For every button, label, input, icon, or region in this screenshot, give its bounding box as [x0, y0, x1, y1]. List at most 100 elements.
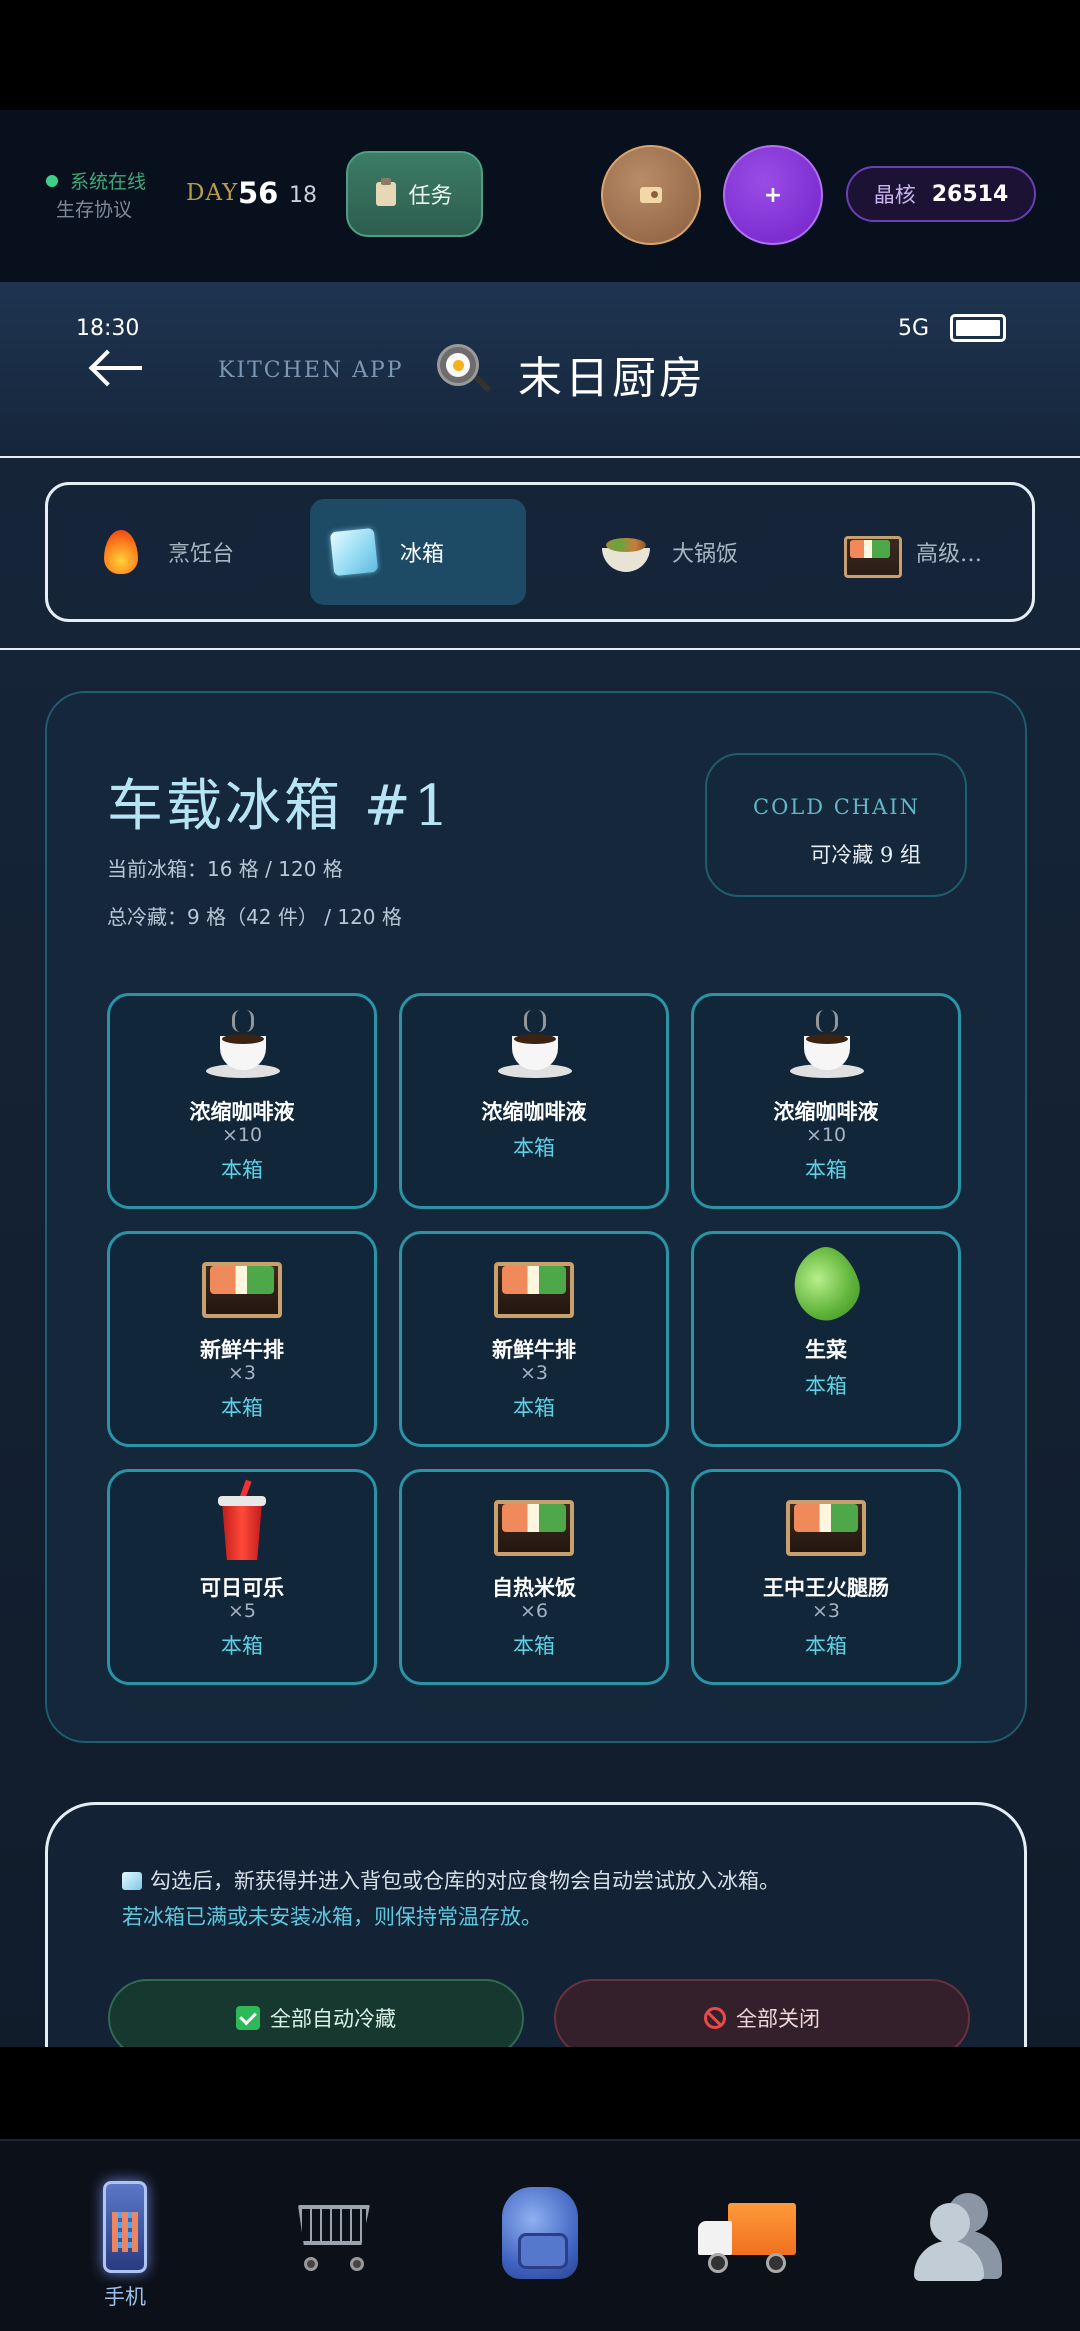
checkbox-icon — [236, 2006, 260, 2030]
fridge-item[interactable]: 浓缩咖啡液 本箱 — [399, 993, 669, 1209]
cart-icon — [288, 2195, 380, 2275]
task-label: 任务 — [408, 184, 453, 209]
item-location: 本箱 — [221, 1158, 263, 1182]
close-all-button[interactable]: 全部关闭 — [554, 1979, 970, 2047]
fridge-item[interactable]: 新鲜牛排 ×3 本箱 — [107, 1231, 377, 1447]
bento-icon — [786, 1486, 866, 1560]
cold-chain-badge: COLD CHAIN 可冷藏 9 组 — [705, 753, 967, 897]
item-location: 本箱 — [513, 1396, 555, 1420]
cold-chain-value: 可冷藏 9 组 — [810, 843, 921, 867]
item-qty: ×3 — [227, 1362, 256, 1384]
info-text: 勾选后，新获得并进入背包或仓库的对应食物会自动尝试放入冰箱。 — [150, 1869, 780, 1893]
item-location: 本箱 — [805, 1158, 847, 1182]
item-name: 自热米饭 — [492, 1576, 576, 1600]
item-qty: ×5 — [227, 1600, 256, 1622]
fridge-item[interactable]: 新鲜牛排 ×3 本箱 — [399, 1231, 669, 1447]
fridge-item[interactable]: 浓缩咖啡液 ×10 本箱 — [691, 993, 961, 1209]
phone-screen: 18:30 5G KITCHEN APP 末日厨房 烹饪台 冰箱 大锅饭 高级…… — [0, 282, 1080, 2047]
nav-shop[interactable] — [278, 2163, 388, 2313]
fridge-item[interactable]: 生菜 本箱 — [691, 1231, 961, 1447]
item-qty: ×10 — [805, 1124, 847, 1146]
fridge-item[interactable]: 可日可乐 ×5 本箱 — [107, 1469, 377, 1685]
coffee-icon — [494, 1010, 574, 1084]
hour-number: 18 — [289, 183, 317, 208]
item-name: 新鲜牛排 — [492, 1338, 576, 1362]
fridge-title: 车载冰箱 #1 — [107, 774, 453, 839]
tab-big-pot[interactable]: 大锅饭 — [582, 499, 782, 605]
kitchen-tabs: 烹饪台 冰箱 大锅饭 高级… — [45, 482, 1035, 622]
day-label: DAY — [186, 180, 239, 206]
tab-label: 大锅饭 — [672, 542, 739, 567]
status-time: 18:30 — [76, 316, 140, 341]
item-qty: ×10 — [221, 1124, 263, 1146]
cold-chain-label: COLD CHAIN — [753, 795, 920, 819]
info-line-1: 勾选后，新获得并进入背包或仓库的对应食物会自动尝试放入冰箱。 — [122, 1865, 780, 1895]
fridge-item[interactable]: 王中王火腿肠 ×3 本箱 — [691, 1469, 961, 1685]
kitchen-app-label: KITCHEN APP — [218, 358, 404, 383]
close-all-label: 全部关闭 — [736, 2007, 820, 2031]
bento-icon — [494, 1248, 574, 1322]
item-location: 本箱 — [513, 1136, 555, 1160]
bento-icon — [842, 524, 902, 580]
cola-icon — [202, 1479, 282, 1560]
protocol-label: 生存协议 — [56, 199, 133, 221]
item-name: 王中王火腿肠 — [763, 1576, 889, 1600]
bottom-nav: 手机 — [0, 2139, 1080, 2331]
fridge-item[interactable]: 自热米饭 ×6 本箱 — [399, 1469, 669, 1685]
tab-advanced[interactable]: 高级… — [826, 499, 1016, 605]
item-name: 浓缩咖啡液 — [773, 1100, 879, 1124]
nav-truck[interactable] — [694, 2163, 804, 2313]
bowl-icon — [598, 524, 654, 580]
item-qty: ×3 — [811, 1600, 840, 1622]
nav-label: 手机 — [104, 2285, 146, 2309]
crystal-value: 26514 — [931, 181, 1009, 207]
people-icon — [914, 2193, 1004, 2281]
nav-contacts[interactable] — [900, 2163, 1010, 2313]
radio-icon — [640, 187, 662, 203]
item-name: 生菜 — [805, 1338, 847, 1362]
phone-icon — [103, 2181, 147, 2273]
info-line-2: 若冰箱已满或未安装冰箱，则保持常温存放。 — [122, 1905, 542, 1929]
task-button[interactable]: 任务 — [346, 151, 483, 237]
lettuce-icon — [784, 1239, 868, 1329]
app-header: 18:30 5G KITCHEN APP 末日厨房 — [0, 282, 1080, 458]
item-name: 新鲜牛排 — [200, 1338, 284, 1362]
item-location: 本箱 — [805, 1634, 847, 1658]
clipboard-icon — [376, 178, 397, 206]
item-name: 浓缩咖啡液 — [481, 1100, 587, 1124]
page-title: 末日厨房 — [518, 353, 706, 404]
item-name: 可日可乐 — [200, 1576, 284, 1600]
item-location: 本箱 — [513, 1634, 555, 1658]
back-arrow-icon[interactable] — [88, 346, 148, 390]
item-name: 浓缩咖啡液 — [189, 1100, 295, 1124]
online-dot-icon — [46, 175, 58, 187]
item-qty: ×3 — [519, 1362, 548, 1384]
item-location: 本箱 — [221, 1396, 263, 1420]
auto-cold-panel: 勾选后，新获得并进入背包或仓库的对应食物会自动尝试放入冰箱。 若冰箱已满或未安装… — [45, 1802, 1027, 2047]
tab-label: 烹饪台 — [168, 542, 235, 567]
nav-phone[interactable]: 手机 — [70, 2163, 180, 2313]
mid-black-bar — [0, 2047, 1080, 2139]
top-black-bar — [0, 0, 1080, 110]
current-capacity: 当前冰箱：16 格 / 120 格 — [107, 857, 343, 881]
nav-backpack[interactable] — [484, 2163, 594, 2313]
auto-cold-all-button[interactable]: 全部自动冷藏 — [108, 1979, 524, 2047]
tab-fridge[interactable]: 冰箱 — [310, 499, 526, 605]
fridge-panel: 车载冰箱 #1 当前冰箱：16 格 / 120 格 总冷藏：9 格（42 件） … — [45, 691, 1027, 1743]
prohibited-icon — [704, 2007, 726, 2029]
fire-icon — [94, 524, 150, 580]
plus-button[interactable]: + — [723, 145, 823, 245]
tab-label: 高级… — [916, 542, 983, 567]
truck-icon — [698, 2203, 798, 2277]
crystal-label: 晶核 — [873, 183, 916, 207]
radio-button[interactable] — [601, 145, 701, 245]
battery-icon — [950, 314, 1006, 342]
tab-cooking[interactable]: 烹饪台 — [78, 499, 258, 605]
item-qty: ×6 — [519, 1600, 548, 1622]
ice-cube-icon — [326, 524, 382, 580]
day-number: 56 — [238, 176, 279, 210]
item-location: 本箱 — [221, 1634, 263, 1658]
fridge-item[interactable]: 浓缩咖啡液 ×10 本箱 — [107, 993, 377, 1209]
status-network: 5G — [898, 316, 930, 341]
auto-cold-all-label: 全部自动冷藏 — [270, 2007, 396, 2031]
